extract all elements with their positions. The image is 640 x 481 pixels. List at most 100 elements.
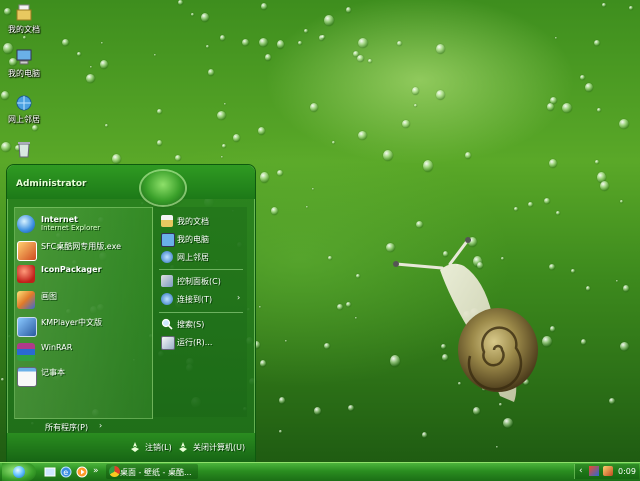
place-item-control-panel[interactable]: 控制面板(C) xyxy=(159,273,245,289)
raindrop xyxy=(357,55,364,62)
tray-app-icon[interactable] xyxy=(589,466,599,476)
raindrop xyxy=(222,144,226,148)
raindrop xyxy=(550,97,557,104)
place-item-my-documents[interactable]: 我的文档 xyxy=(159,213,245,229)
start-button[interactable] xyxy=(2,463,36,481)
raindrop xyxy=(265,54,271,61)
raindrop xyxy=(191,13,194,16)
raindrop xyxy=(157,140,162,146)
raindrop xyxy=(414,104,417,107)
raindrop xyxy=(201,13,209,22)
desktop-icon-recycle-bin[interactable] xyxy=(0,140,48,160)
tray-collapse-icon[interactable]: ‹ xyxy=(579,466,583,476)
place-label: 控制面板(C) xyxy=(177,277,221,286)
program-item-paint[interactable]: 画图 xyxy=(13,289,143,311)
raindrop xyxy=(62,39,69,46)
raindrop xyxy=(242,39,249,46)
place-item-network[interactable]: 网上邻居 xyxy=(159,249,245,265)
connect-to-icon xyxy=(161,293,173,305)
raindrop xyxy=(259,38,268,47)
raindrop xyxy=(221,156,223,158)
raindrop xyxy=(328,256,332,260)
notepad-icon xyxy=(17,367,37,387)
raindrop xyxy=(616,280,618,282)
places-separator xyxy=(159,269,243,270)
raindrop xyxy=(580,75,585,80)
raindrop xyxy=(259,306,261,308)
raindrop xyxy=(581,339,586,345)
media-icon[interactable] xyxy=(76,466,88,478)
place-label: 网上邻居 xyxy=(177,253,209,262)
place-item-search[interactable]: 搜索(S) xyxy=(159,316,245,332)
program-label: 记事本 xyxy=(41,368,65,377)
folder-documents-icon xyxy=(15,4,33,22)
place-item-connect-to[interactable]: 连接到(T) › xyxy=(159,291,245,307)
raindrop xyxy=(175,155,181,161)
raindrop xyxy=(528,202,533,207)
program-item-iconpackager[interactable]: IconPackager xyxy=(13,263,143,285)
program-sublabel: Internet Explorer xyxy=(41,224,101,232)
raindrop xyxy=(101,42,103,44)
raindrop xyxy=(550,326,555,332)
network-places-icon xyxy=(161,251,173,263)
raindrop xyxy=(277,170,283,176)
raindrop xyxy=(217,111,226,120)
paint-icon xyxy=(17,291,35,309)
raindrop xyxy=(285,340,287,342)
raindrop xyxy=(549,264,555,270)
raindrop xyxy=(32,125,38,131)
submenu-arrow: › xyxy=(237,293,241,302)
logoff-label: 注销(L) xyxy=(145,443,172,452)
user-picture[interactable] xyxy=(141,171,185,205)
raindrop xyxy=(423,160,433,172)
svg-text:e: e xyxy=(63,468,68,477)
desktop-icon-network[interactable]: 网上邻居 xyxy=(0,94,48,125)
raindrop xyxy=(208,69,214,76)
place-item-my-computer[interactable]: 我的电脑 xyxy=(159,231,245,247)
network-places-icon xyxy=(15,94,33,112)
raindrop xyxy=(112,154,121,164)
place-label: 搜索(S) xyxy=(177,320,205,329)
raindrop xyxy=(397,41,402,46)
raindrop xyxy=(571,269,575,273)
raindrop xyxy=(602,3,606,7)
program-label: IconPackager xyxy=(41,265,102,274)
raindrop xyxy=(271,207,278,215)
program-label: SFC桌酷网专用版.exe xyxy=(41,242,121,251)
desktop-icon-label: 我的电脑 xyxy=(8,69,40,78)
recycle-bin-icon xyxy=(15,140,33,158)
show-desktop-icon[interactable] xyxy=(44,466,56,478)
raindrop xyxy=(562,103,572,113)
all-programs-button[interactable]: 所有程序(P) xyxy=(45,422,88,433)
my-computer-icon xyxy=(15,48,33,66)
raindrop xyxy=(105,124,108,127)
program-item-internet[interactable]: Internet Internet Explorer xyxy=(13,213,143,235)
internet-explorer-icon[interactable]: e xyxy=(60,466,72,478)
program-item-winrar[interactable]: WinRAR xyxy=(13,341,143,363)
clock[interactable]: 0:09 xyxy=(618,467,636,476)
raindrop xyxy=(261,3,267,10)
raindrop xyxy=(436,44,445,54)
place-item-run[interactable]: 运行(R)... xyxy=(159,334,245,350)
shutdown-icon xyxy=(177,441,189,453)
raindrop xyxy=(600,181,609,191)
raindrop xyxy=(304,29,308,33)
quick-launch-more[interactable]: » xyxy=(93,466,99,476)
raindrop xyxy=(355,317,357,319)
raindrop xyxy=(23,36,26,39)
raindrop xyxy=(383,150,393,161)
desktop-icon-my-documents[interactable]: 我的文档 xyxy=(0,4,48,35)
program-item-kmplayer[interactable]: KMPlayer中文版 xyxy=(13,315,143,337)
raindrop xyxy=(623,285,629,292)
program-item-sfc[interactable]: SFC桌酷网专用版.exe xyxy=(13,239,143,261)
snail-image xyxy=(393,237,538,402)
raindrop xyxy=(496,446,498,448)
raindrop xyxy=(422,432,427,438)
raindrop xyxy=(306,206,308,208)
raindrop xyxy=(90,66,92,68)
volume-icon[interactable] xyxy=(603,466,613,476)
desktop-icon-my-computer[interactable]: 我的电脑 xyxy=(0,48,48,79)
raindrop xyxy=(332,141,335,144)
raindrop xyxy=(260,172,269,183)
program-item-notepad[interactable]: 记事本 xyxy=(13,365,143,387)
